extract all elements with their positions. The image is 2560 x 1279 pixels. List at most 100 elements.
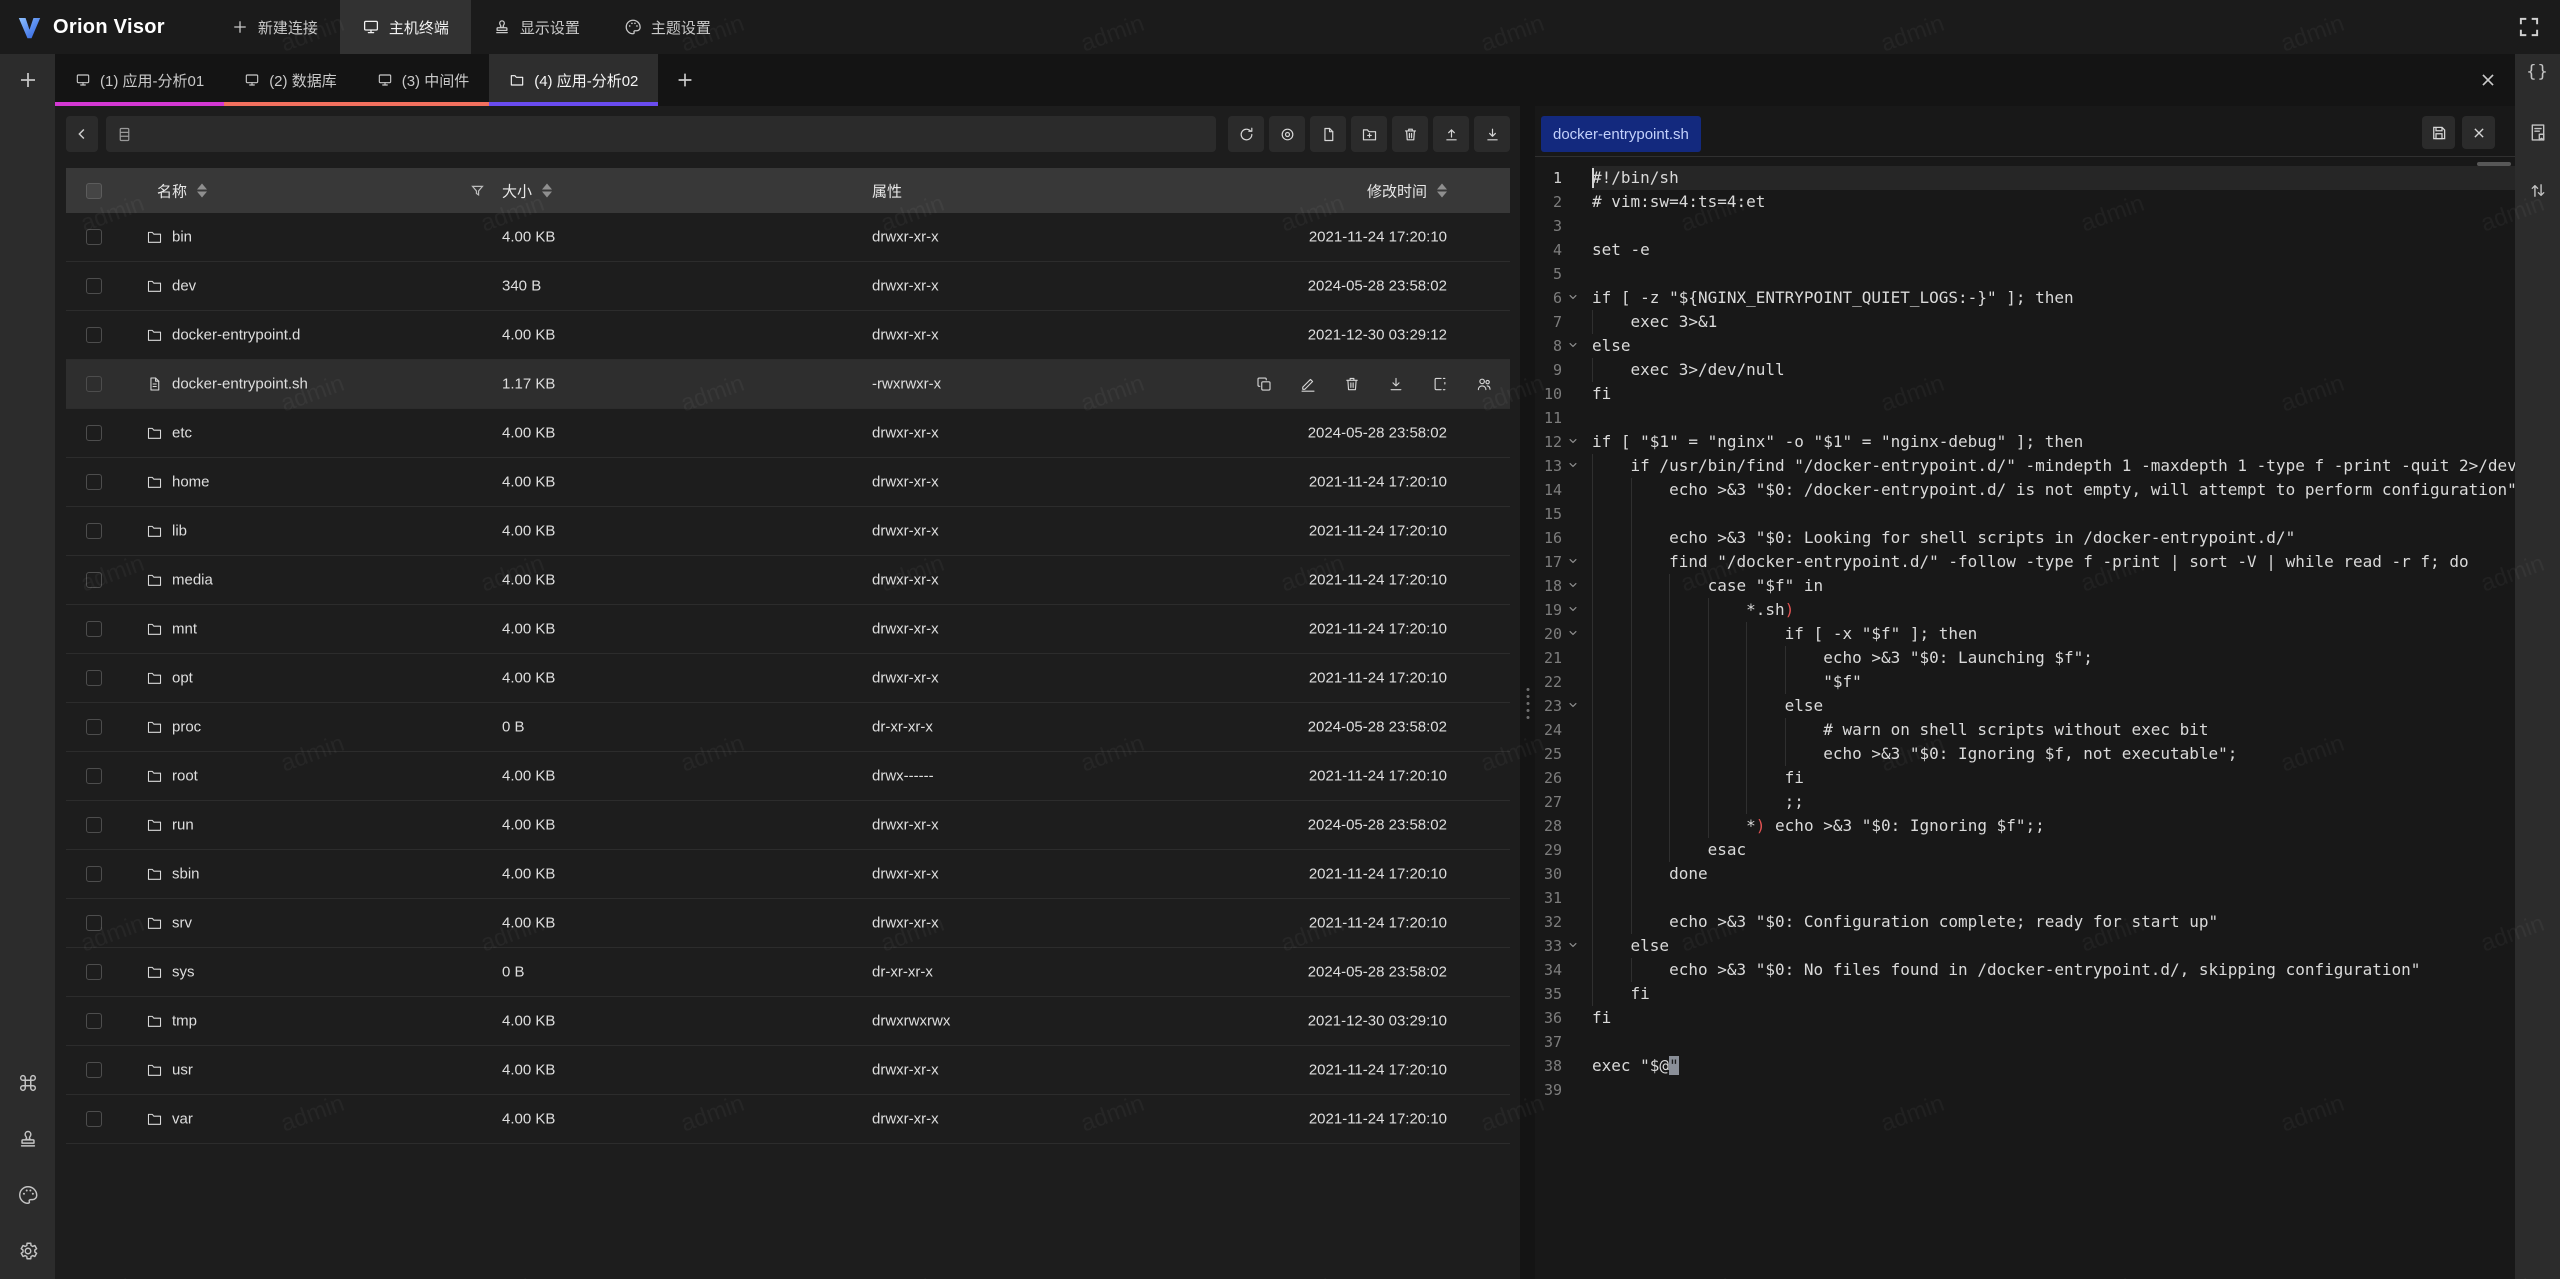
editor-line-11[interactable]: 11 xyxy=(1535,406,2515,430)
row-checkbox[interactable] xyxy=(86,621,102,637)
editor-line-21[interactable]: 21 echo >&3 "$0: Launching $f"; xyxy=(1535,646,2515,670)
new-file-icon-button[interactable] xyxy=(1310,116,1346,152)
splitter-grip-icon[interactable] xyxy=(1526,688,1529,719)
terminal-tab-4[interactable]: (4) 应用-分析02 xyxy=(489,54,658,106)
table-row-home[interactable]: home4.00 KBdrwxr-xr-x2021-11-24 17:20:10 xyxy=(66,458,1510,507)
column-header-mtime[interactable]: 修改时间 xyxy=(1367,180,1447,201)
editor-line-20[interactable]: 20 if [ -x "$f" ]; then xyxy=(1535,622,2515,646)
editor-line-13[interactable]: 13 if /usr/bin/find "/docker-entrypoint.… xyxy=(1535,454,2515,478)
editor-line-31[interactable]: 31 xyxy=(1535,886,2515,910)
file-name[interactable]: dev xyxy=(172,278,196,295)
fullscreen-icon[interactable] xyxy=(2516,14,2542,40)
row-checkbox[interactable] xyxy=(86,1062,102,1078)
table-row-opt[interactable]: opt4.00 KBdrwxr-xr-x2021-11-24 17:20:10 xyxy=(66,654,1510,703)
row-checkbox[interactable] xyxy=(86,474,102,490)
table-row-usr[interactable]: usr4.00 KBdrwxr-xr-x2021-11-24 17:20:10 xyxy=(66,1046,1510,1095)
edit-icon[interactable] xyxy=(1299,375,1317,393)
filter-icon[interactable] xyxy=(469,182,486,199)
editor-line-1[interactable]: 1#!/bin/sh xyxy=(1535,166,2515,190)
permissions-icon[interactable] xyxy=(1475,375,1493,393)
row-checkbox[interactable] xyxy=(86,670,102,686)
file-name[interactable]: lib xyxy=(172,523,187,540)
fold-chevron-down-icon[interactable] xyxy=(1566,554,1580,568)
row-checkbox[interactable] xyxy=(86,523,102,539)
braces-icon[interactable]: {} xyxy=(2526,62,2548,82)
fold-chevron-down-icon[interactable] xyxy=(1566,290,1580,304)
editor-line-19[interactable]: 19 *.sh) xyxy=(1535,598,2515,622)
row-checkbox[interactable] xyxy=(86,915,102,931)
stamp-icon[interactable] xyxy=(17,1128,39,1150)
table-row-proc[interactable]: proc0 Bdr-xr-xr-x2024-05-28 23:58:02 xyxy=(66,703,1510,752)
row-checkbox[interactable] xyxy=(86,719,102,735)
back-button[interactable] xyxy=(66,116,98,152)
table-row-dev[interactable]: dev340 Bdrwxr-xr-x2024-05-28 23:58:02 xyxy=(66,262,1510,311)
editor-line-24[interactable]: 24 # warn on shell scripts without exec … xyxy=(1535,718,2515,742)
editor-line-18[interactable]: 18 case "$f" in xyxy=(1535,574,2515,598)
table-row-sys[interactable]: sys0 Bdr-xr-xr-x2024-05-28 23:58:02 xyxy=(66,948,1510,997)
editor-line-16[interactable]: 16 echo >&3 "$0: Looking for shell scrip… xyxy=(1535,526,2515,550)
select-all-checkbox[interactable] xyxy=(86,183,102,199)
file-name[interactable]: media xyxy=(172,572,213,589)
editor-line-5[interactable]: 5 xyxy=(1535,262,2515,286)
download-icon-button[interactable] xyxy=(1474,116,1510,152)
sort-mtime-icon[interactable] xyxy=(1437,184,1447,198)
doc-bookmark-icon[interactable] xyxy=(2527,122,2548,143)
table-row-root[interactable]: root4.00 KBdrwx------2021-11-24 17:20:10 xyxy=(66,752,1510,801)
file-name[interactable]: proc xyxy=(172,719,201,736)
editor-line-33[interactable]: 33 else xyxy=(1535,934,2515,958)
download-icon[interactable] xyxy=(1387,375,1405,393)
editor-line-22[interactable]: 22 "$f" xyxy=(1535,670,2515,694)
panel-splitter[interactable] xyxy=(1520,106,1535,1279)
menu-item-1[interactable]: 主机终端 xyxy=(340,0,471,54)
swap-vertical-icon[interactable] xyxy=(2527,180,2548,201)
fold-chevron-down-icon[interactable] xyxy=(1566,626,1580,640)
editor-line-12[interactable]: 12if [ "$1" = "nginx" -o "$1" = "nginx-d… xyxy=(1535,430,2515,454)
move-icon[interactable] xyxy=(1431,375,1449,393)
refresh-icon-button[interactable] xyxy=(1228,116,1264,152)
fold-chevron-down-icon[interactable] xyxy=(1566,578,1580,592)
editor-line-7[interactable]: 7 exec 3>&1 xyxy=(1535,310,2515,334)
row-checkbox[interactable] xyxy=(86,1111,102,1127)
table-row-docker-entrypoint.sh[interactable]: docker-entrypoint.sh1.17 KB-rwxrwxr-x xyxy=(66,360,1510,409)
table-row-media[interactable]: media4.00 KBdrwxr-xr-x2021-11-24 17:20:1… xyxy=(66,556,1510,605)
editor-line-23[interactable]: 23 else xyxy=(1535,694,2515,718)
menu-item-0[interactable]: 新建连接 xyxy=(209,0,340,54)
table-row-tmp[interactable]: tmp4.00 KBdrwxrwxrwx2021-12-30 03:29:10 xyxy=(66,997,1510,1046)
file-name[interactable]: home xyxy=(172,474,210,491)
table-row-srv[interactable]: srv4.00 KBdrwxr-xr-x2021-11-24 17:20:10 xyxy=(66,899,1510,948)
row-checkbox[interactable] xyxy=(86,866,102,882)
editor-line-28[interactable]: 28 *) echo >&3 "$0: Ignoring $f";; xyxy=(1535,814,2515,838)
copy-icon[interactable] xyxy=(1255,375,1273,393)
delete-icon-button[interactable] xyxy=(1392,116,1428,152)
new-folder-icon-button[interactable] xyxy=(1351,116,1387,152)
row-checkbox[interactable] xyxy=(86,572,102,588)
save-button[interactable] xyxy=(2422,116,2455,149)
file-name[interactable]: docker-entrypoint.d xyxy=(172,327,300,344)
sort-name-icon[interactable] xyxy=(197,184,207,198)
editor-line-17[interactable]: 17 find "/docker-entrypoint.d/" -follow … xyxy=(1535,550,2515,574)
command-icon[interactable] xyxy=(17,1072,39,1094)
terminal-tab-3[interactable]: (3) 中间件 xyxy=(357,54,490,106)
upload-icon-button[interactable] xyxy=(1433,116,1469,152)
editor-line-10[interactable]: 10fi xyxy=(1535,382,2515,406)
menu-item-3[interactable]: 主题设置 xyxy=(602,0,733,54)
column-header-name[interactable]: 名称 xyxy=(157,180,207,201)
terminal-tab-1[interactable]: (1) 应用-分析01 xyxy=(55,54,224,106)
sort-size-icon[interactable] xyxy=(542,184,552,198)
editor-line-30[interactable]: 30 done xyxy=(1535,862,2515,886)
table-row-docker-entrypoint.d[interactable]: docker-entrypoint.d4.00 KBdrwxr-xr-x2021… xyxy=(66,311,1510,360)
editor-line-9[interactable]: 9 exec 3>/dev/null xyxy=(1535,358,2515,382)
table-row-var[interactable]: var4.00 KBdrwxr-xr-x2021-11-24 17:20:10 xyxy=(66,1095,1510,1144)
path-input[interactable] xyxy=(141,126,1141,142)
fold-chevron-down-icon[interactable] xyxy=(1566,698,1580,712)
editor-line-34[interactable]: 34 echo >&3 "$0: No files found in /dock… xyxy=(1535,958,2515,982)
preview-icon-button[interactable] xyxy=(1269,116,1305,152)
table-row-mnt[interactable]: mnt4.00 KBdrwxr-xr-x2021-11-24 17:20:10 xyxy=(66,605,1510,654)
row-checkbox[interactable] xyxy=(86,817,102,833)
file-name[interactable]: tmp xyxy=(172,1013,197,1030)
row-checkbox[interactable] xyxy=(86,425,102,441)
editor-line-32[interactable]: 32 echo >&3 "$0: Configuration complete;… xyxy=(1535,910,2515,934)
file-name[interactable]: sbin xyxy=(172,866,200,883)
table-row-etc[interactable]: etc4.00 KBdrwxr-xr-x2024-05-28 23:58:02 xyxy=(66,409,1510,458)
delete-icon[interactable] xyxy=(1343,375,1361,393)
